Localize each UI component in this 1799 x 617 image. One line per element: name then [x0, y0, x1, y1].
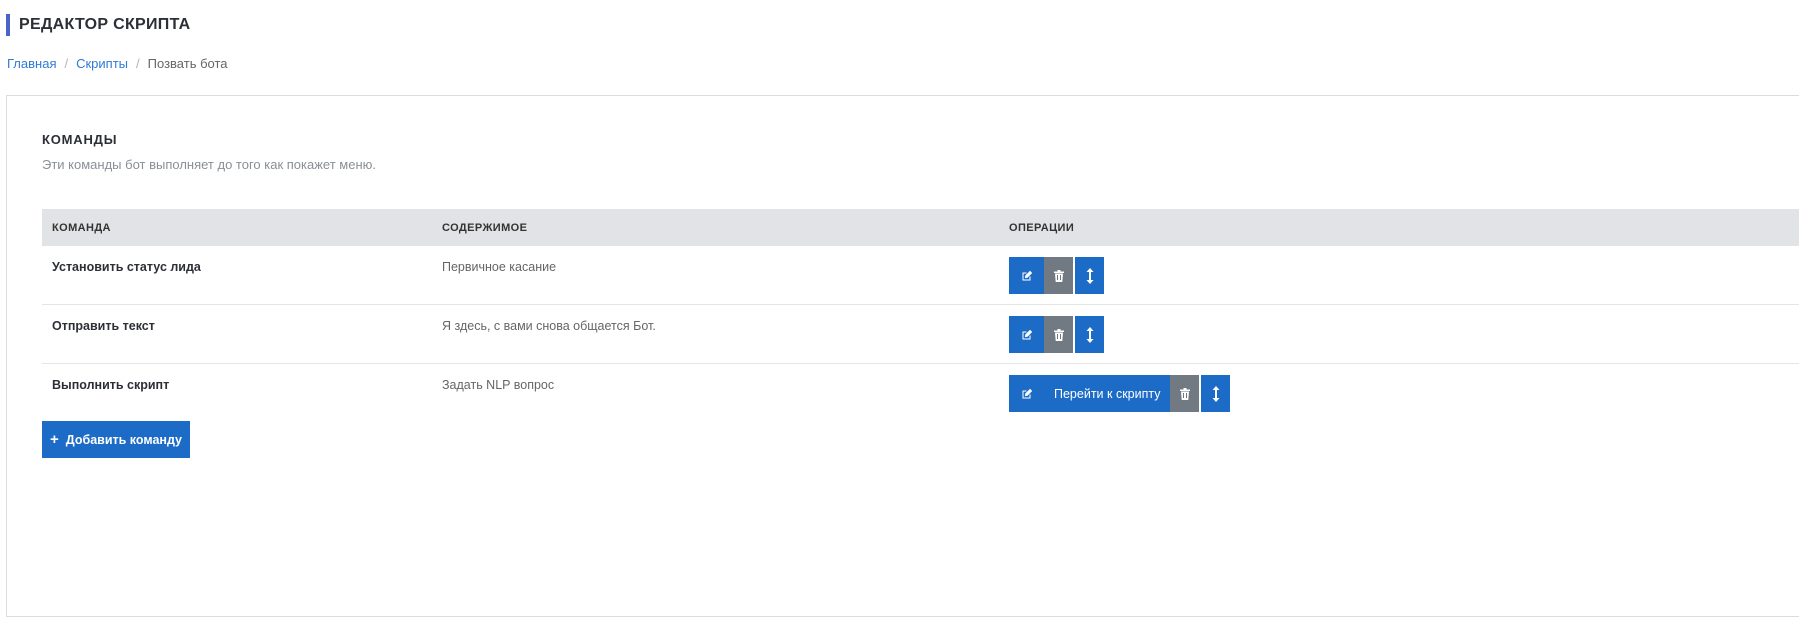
- trash-icon: [1053, 328, 1064, 341]
- delete-button[interactable]: [1044, 257, 1073, 294]
- edit-icon: [1022, 329, 1032, 339]
- add-command-button[interactable]: + Добавить команду: [42, 421, 190, 458]
- breadcrumb-home[interactable]: Главная: [7, 56, 56, 71]
- move-vertical-icon: [1086, 326, 1093, 343]
- table-row: Отправить текст Я здесь, с вами снова об…: [42, 305, 1799, 364]
- command-name: Выполнить скрипт: [52, 378, 170, 392]
- add-command-label: Добавить команду: [65, 432, 182, 447]
- go-to-script-button[interactable]: Перейти к скрипту: [1044, 375, 1171, 412]
- column-header-command: КОМАНДА: [52, 222, 111, 234]
- edit-button[interactable]: [1009, 316, 1044, 353]
- section-description: Эти команды бот выполняет до того как по…: [42, 157, 376, 172]
- page-title: РЕДАКТОР СКРИПТА: [6, 14, 191, 36]
- move-button[interactable]: [1075, 257, 1104, 294]
- move-vertical-icon: [1212, 385, 1220, 402]
- move-vertical-icon: [1086, 267, 1093, 284]
- move-button[interactable]: [1075, 316, 1104, 353]
- breadcrumb-current: Позвать бота: [147, 56, 228, 71]
- breadcrumb-separator: /: [136, 56, 140, 71]
- row-operations: [1009, 257, 1104, 294]
- breadcrumb: Главная / Скрипты / Позвать бота: [7, 56, 228, 72]
- table-header: КОМАНДА СОДЕРЖИМОЕ ОПЕРАЦИИ: [42, 209, 1799, 246]
- row-operations: [1009, 316, 1104, 353]
- edit-button[interactable]: [1009, 375, 1044, 412]
- row-operations: Перейти к скрипту: [1009, 375, 1231, 412]
- command-name: Установить статус лида: [52, 260, 201, 274]
- column-header-content: СОДЕРЖИМОЕ: [442, 222, 528, 234]
- plus-icon: +: [50, 431, 59, 448]
- breadcrumb-scripts[interactable]: Скрипты: [76, 56, 128, 71]
- command-content: Я здесь, с вами снова общается Бот.: [442, 319, 656, 333]
- command-content: Задать NLP вопрос: [442, 378, 555, 392]
- breadcrumb-separator: /: [64, 56, 69, 71]
- delete-button[interactable]: [1170, 375, 1200, 412]
- trash-icon: [1179, 387, 1190, 400]
- trash-icon: [1053, 269, 1064, 282]
- command-content: Первичное касание: [442, 260, 557, 274]
- delete-button[interactable]: [1044, 316, 1073, 353]
- table-row: Выполнить скрипт Задать NLP вопрос Перей…: [42, 364, 1799, 421]
- table-row: Установить статус лида Первичное касание: [42, 246, 1799, 305]
- command-name: Отправить текст: [52, 319, 155, 333]
- column-header-operations: ОПЕРАЦИИ: [1009, 222, 1075, 234]
- section-title: КОМАНДЫ: [42, 132, 118, 147]
- edit-icon: [1022, 388, 1032, 398]
- commands-table: КОМАНДА СОДЕРЖИМОЕ ОПЕРАЦИИ Установить с…: [42, 209, 1799, 421]
- edit-icon: [1022, 270, 1032, 280]
- move-button[interactable]: [1201, 375, 1231, 412]
- edit-button[interactable]: [1009, 257, 1044, 294]
